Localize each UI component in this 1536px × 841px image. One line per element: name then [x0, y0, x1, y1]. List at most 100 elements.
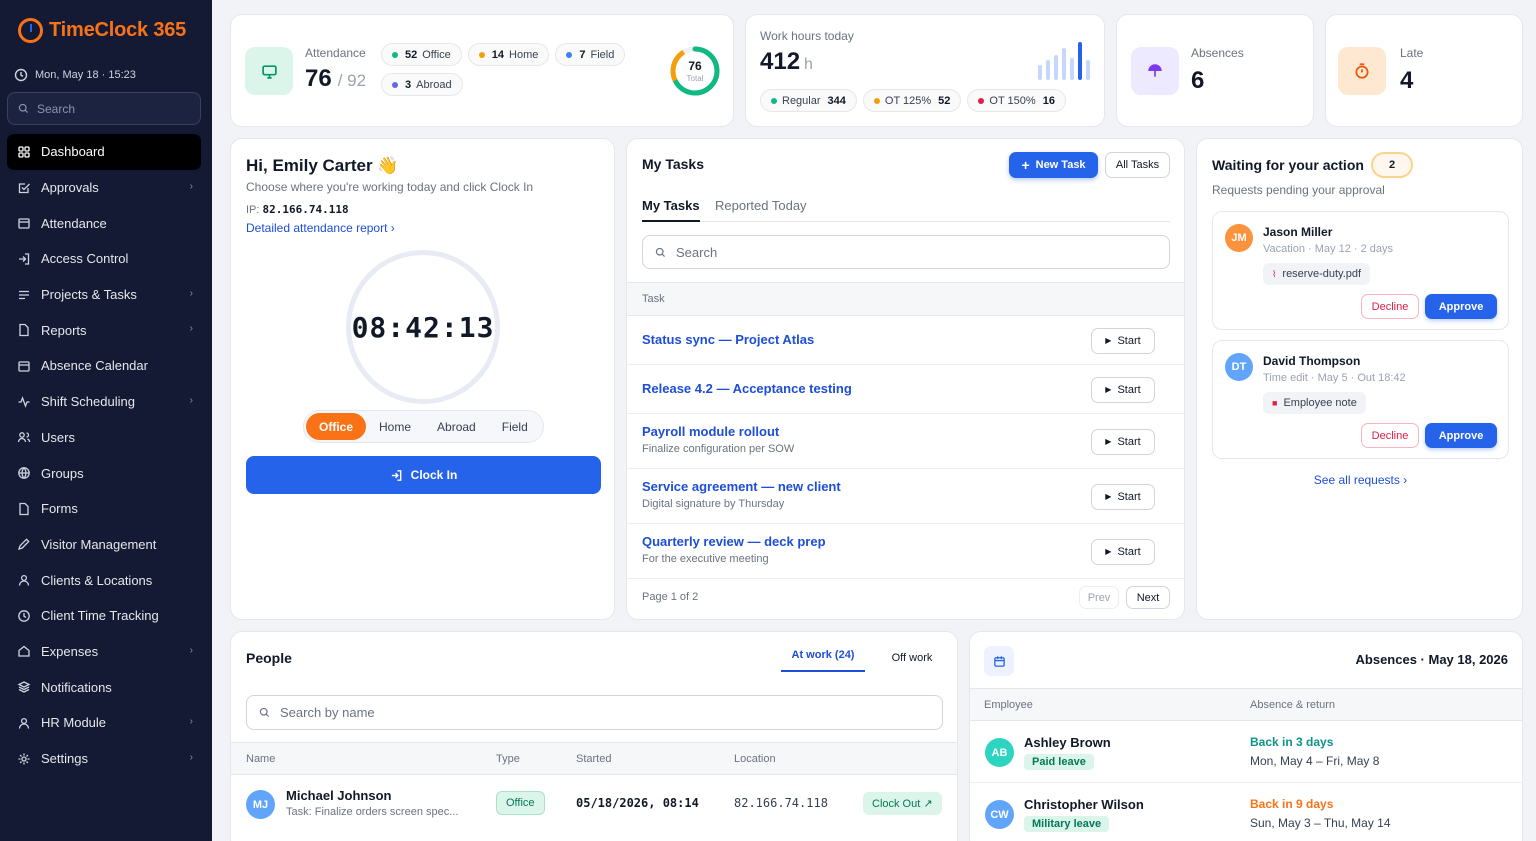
- work-hours-card: Work hours today 412 h Regular 344 OT 125%…: [745, 14, 1105, 127]
- task-title[interactable]: Quarterly review — deck prep: [642, 534, 826, 549]
- chip-label: Abroad: [416, 78, 452, 91]
- start-task-button[interactable]: ▶ Start: [1091, 483, 1155, 510]
- all-tasks-button[interactable]: All Tasks: [1105, 152, 1170, 178]
- calendar-icon: [18, 361, 30, 372]
- sidebar-item-settings[interactable]: Settings ›: [7, 741, 201, 777]
- play-icon: ▶: [1105, 547, 1112, 556]
- approve-button[interactable]: Approve: [1425, 294, 1497, 319]
- task-row[interactable]: Release 4.2 — Acceptance testing ▶ Start: [627, 365, 1184, 414]
- location-option-home[interactable]: Home: [366, 413, 424, 440]
- decline-button[interactable]: Decline: [1361, 423, 1419, 448]
- sidebar-item-attendance[interactable]: Attendance: [7, 205, 201, 241]
- attendance-report-link[interactable]: Detailed attendance report ›: [246, 221, 395, 235]
- sidebar-item-label: Access Control: [41, 251, 129, 267]
- absences-stat-card: Absences 6: [1116, 14, 1314, 127]
- monitor-icon: [245, 47, 293, 95]
- location-option-field[interactable]: Field: [489, 413, 541, 440]
- decline-button[interactable]: Decline: [1361, 294, 1419, 319]
- sidebar-item-absence-calendar[interactable]: Absence Calendar: [7, 348, 201, 384]
- sidebar-item-visitor-management[interactable]: Visitor Management: [7, 527, 201, 563]
- task-row[interactable]: Status sync — Project Atlas ▶ Start: [627, 316, 1184, 365]
- tab-my-tasks[interactable]: My Tasks: [642, 198, 700, 222]
- prev-button[interactable]: Prev: [1079, 586, 1119, 609]
- sidebar-item-label: Shift Scheduling: [41, 394, 135, 410]
- play-icon: ▶: [1105, 492, 1112, 501]
- sidebar-item-hr-module[interactable]: HR Module ›: [7, 705, 201, 741]
- work-location-switch: Office Home Abroad Field: [303, 410, 544, 443]
- sidebar-item-label: Reports: [41, 322, 87, 338]
- started-time: 05/18/2026, 08:14: [576, 796, 699, 810]
- chip-count: 7: [579, 48, 586, 61]
- absences-table-header: Employee Absence & return: [970, 688, 1522, 721]
- sidebar-item-shift-scheduling[interactable]: Shift Scheduling ›: [7, 384, 201, 420]
- task-row[interactable]: Quarterly review — deck prep For the exec…: [627, 524, 1184, 579]
- sidebar-item-expenses[interactable]: Expenses ›: [7, 634, 201, 670]
- absence-type-badge: Paid leave: [1024, 754, 1094, 770]
- sidebar-item-client-time-tracking[interactable]: Client Time Tracking: [7, 598, 201, 634]
- attendance-chips: 52 Office 14 Home 7 Field 3 Abroad: [381, 43, 631, 96]
- tab-reported-today[interactable]: Reported Today: [715, 198, 807, 213]
- task-row[interactable]: Service agreement — new client Digital si…: [627, 469, 1184, 524]
- location-option-abroad[interactable]: Abroad: [424, 413, 489, 440]
- next-button[interactable]: Next: [1126, 586, 1170, 609]
- see-all-requests-link[interactable]: See all requests ›: [1197, 473, 1524, 487]
- sidebar-item-approvals[interactable]: Approvals ›: [7, 170, 201, 206]
- sidebar-item-notifications[interactable]: Notifications: [7, 669, 201, 705]
- avatar: AB: [985, 738, 1014, 767]
- sidebar-item-access-control[interactable]: Access Control: [7, 241, 201, 277]
- sidebar-item-label: Dashboard: [41, 144, 105, 160]
- sidebar-item-label: Absence Calendar: [41, 358, 148, 374]
- table-row[interactable]: MJ Michael Johnson Task: Finalize orders…: [231, 775, 957, 831]
- new-task-button[interactable]: + New Task: [1009, 152, 1098, 178]
- sidebar-search-input[interactable]: Search: [7, 92, 201, 125]
- sidebar-item-clients-locations[interactable]: Clients & Locations: [7, 562, 201, 598]
- request-card: DT David Thompson Time edit · May 5 · Out …: [1212, 340, 1509, 459]
- attachment-chip[interactable]: ⌇ reserve-duty.pdf: [1263, 263, 1371, 285]
- note-icon: ■: [1272, 398, 1278, 408]
- start-task-button[interactable]: ▶ Start: [1091, 538, 1155, 565]
- task-title[interactable]: Release 4.2 — Acceptance testing: [642, 381, 852, 396]
- attachment-chip[interactable]: ■ Employee note: [1263, 392, 1366, 414]
- clock-in-button[interactable]: Clock In: [246, 456, 601, 494]
- sidebar-item-reports[interactable]: Reports ›: [7, 312, 201, 348]
- approve-button[interactable]: Approve: [1425, 423, 1497, 448]
- sidebar-item-groups[interactable]: Groups: [7, 455, 201, 491]
- clock-out-button[interactable]: Clock Out ↗: [863, 792, 942, 815]
- start-task-button[interactable]: ▶ Start: [1091, 327, 1155, 354]
- absence-row[interactable]: CW Christopher Wilson Military leave Back i…: [970, 783, 1522, 841]
- sidebar-item-projects-tasks[interactable]: Projects & Tasks ›: [7, 277, 201, 313]
- task-title[interactable]: Payroll module rollout: [642, 424, 779, 439]
- clock-icon: [18, 609, 30, 622]
- location-option-office[interactable]: Office: [306, 413, 367, 440]
- layers-icon: [17, 681, 31, 693]
- task-title[interactable]: Status sync — Project Atlas: [642, 332, 814, 347]
- absences-title: Absences · May 18, 2026: [1355, 652, 1508, 667]
- sidebar-item-forms[interactable]: Forms: [7, 491, 201, 527]
- sidebar-item-label: Notifications: [41, 679, 112, 695]
- sidebar-item-dashboard[interactable]: Dashboard: [7, 134, 201, 170]
- avatar: DT: [1225, 353, 1253, 381]
- app-logo[interactable]: TimeClock 365: [18, 18, 186, 43]
- task-title[interactable]: Service agreement — new client: [642, 479, 841, 494]
- absence-row[interactable]: AB Ashley Brown Paid leave Back in 3 days Mo…: [970, 721, 1522, 783]
- start-task-button[interactable]: ▶ Start: [1091, 376, 1155, 403]
- sidebar-item-users[interactable]: Users: [7, 420, 201, 456]
- employee-name: Ashley Brown: [1024, 735, 1111, 750]
- play-icon: ▶: [1105, 437, 1112, 446]
- request-detail: Time edit · May 5 · Out 18:42: [1263, 372, 1406, 384]
- task-row[interactable]: Payroll module rollout Finalize configura…: [627, 414, 1184, 469]
- login-icon: [391, 469, 402, 481]
- calendar-icon[interactable]: [984, 646, 1014, 676]
- column-location: Location: [734, 753, 776, 765]
- gear-icon: [18, 753, 30, 765]
- tasks-search-input[interactable]: Search: [642, 235, 1170, 269]
- tab-at-work[interactable]: At work (24): [781, 649, 865, 672]
- search-placeholder: Search by name: [280, 705, 375, 720]
- attendance-count: 76 / 92: [305, 65, 366, 93]
- sidebar-item-label: Attendance: [41, 215, 107, 231]
- tab-off-work[interactable]: Off work: [876, 652, 948, 664]
- people-title: People: [246, 650, 292, 666]
- people-search-input[interactable]: Search by name: [246, 695, 943, 730]
- start-task-button[interactable]: ▶ Start: [1091, 428, 1155, 455]
- search-placeholder: Search: [37, 101, 76, 116]
